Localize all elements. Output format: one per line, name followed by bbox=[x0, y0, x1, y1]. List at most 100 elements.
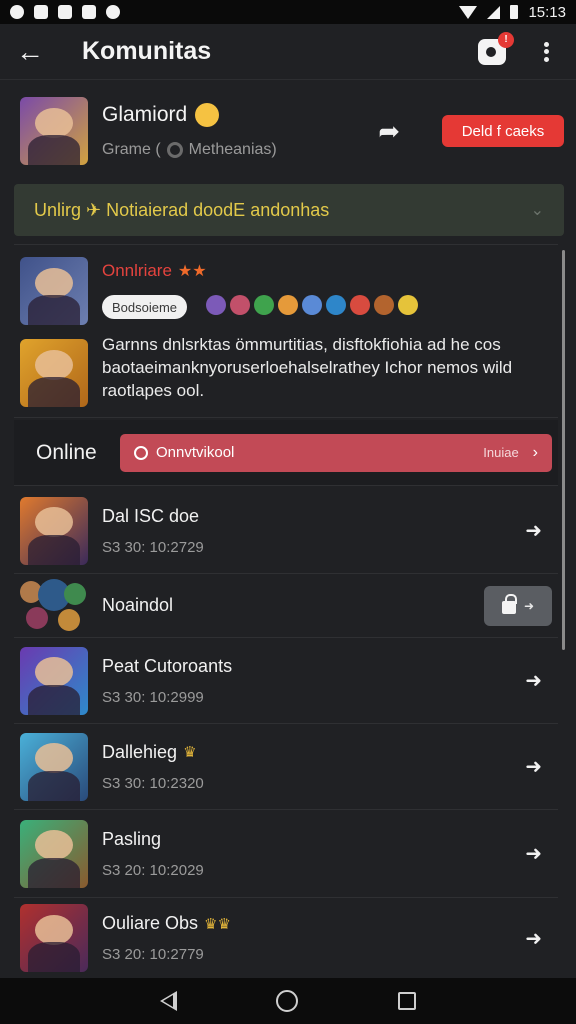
scrollbar[interactable] bbox=[562, 250, 565, 650]
notifications-button[interactable]: ! bbox=[478, 31, 514, 65]
status-bar: 15:13 bbox=[0, 0, 576, 24]
member-name: Dal ISC doe bbox=[102, 505, 200, 526]
list-item[interactable]: Noaindol ➜ bbox=[14, 574, 558, 638]
member-time: S3 20: 10:2779 bbox=[102, 946, 204, 963]
community-name: Glamiord bbox=[102, 103, 378, 127]
reaction-icon bbox=[398, 295, 418, 315]
status-app-icon bbox=[34, 5, 48, 19]
community-avatar[interactable] bbox=[20, 97, 88, 165]
list-item[interactable]: Dallehieg ♛ S3 30: 10:2320 ➜ bbox=[14, 724, 558, 810]
member-avatar bbox=[20, 496, 88, 565]
status-indicators: 15:13 bbox=[459, 4, 566, 21]
community-name-text: Glamiord bbox=[102, 103, 188, 126]
list-item[interactable]: Pasling S3 20: 10:2029 ➜ bbox=[14, 810, 558, 898]
reaction-icon bbox=[206, 295, 226, 315]
status-notifications bbox=[10, 5, 120, 19]
online-label: Online bbox=[36, 440, 97, 464]
post-tag[interactable]: Bodsoieme bbox=[102, 295, 188, 319]
status-app-icon bbox=[10, 5, 24, 19]
member-name-text: Ouliare Obs bbox=[102, 913, 199, 933]
notification-badge: ! bbox=[498, 31, 514, 48]
member-avatar-group bbox=[20, 577, 88, 635]
lock-icon bbox=[501, 594, 517, 614]
post-author-avatar[interactable] bbox=[20, 257, 88, 325]
back-button[interactable]: ← bbox=[0, 24, 60, 80]
community-header: Glamiord Grame ( Metheanias) ➦ Deld f ca… bbox=[14, 88, 564, 174]
arrow-right-icon[interactable]: ➜ bbox=[525, 754, 542, 779]
github-icon bbox=[166, 142, 183, 158]
post-card[interactable]: Onnlriare ★★ Bodsoieme Garnns dnlsrktas … bbox=[14, 244, 558, 418]
lock-button[interactable]: ➜ bbox=[484, 585, 552, 626]
member-name: Noaindol bbox=[102, 595, 174, 615]
member-name: Ouliare Obs ♛♛ bbox=[102, 913, 525, 934]
community-info: Glamiord Grame ( Metheanias) bbox=[102, 103, 378, 159]
battery-icon bbox=[510, 5, 519, 19]
status-gallery-icon bbox=[58, 5, 72, 19]
post-title: Onnlriare ★★ bbox=[102, 261, 207, 281]
list-item[interactable]: Ouliare Obs ♛♛ S3 20: 10:2779 ➜ bbox=[14, 898, 558, 978]
system-nav-bar bbox=[0, 978, 576, 1024]
online-button[interactable]: Onnvtvikool Inuiae › bbox=[120, 433, 552, 472]
member-name: Dallehieg ♛ bbox=[102, 742, 525, 763]
community-meta-right: Metheanias) bbox=[188, 141, 277, 158]
arrow-left-icon: ← bbox=[16, 35, 44, 67]
chevron-right-icon: › bbox=[532, 443, 538, 461]
post-secondary-avatar[interactable] bbox=[20, 339, 88, 407]
post-title-text: Onnlriare bbox=[102, 261, 172, 280]
arrow-right-icon[interactable]: ➜ bbox=[525, 668, 542, 693]
community-meta: Grame ( Metheanias) bbox=[102, 141, 378, 159]
smile-emoji-icon bbox=[195, 103, 220, 127]
status-chat-icon bbox=[106, 5, 120, 19]
online-button-label: Onnvtvikool bbox=[156, 444, 235, 461]
wifi-icon bbox=[459, 5, 478, 19]
member-time: S3 20: 10:2029 bbox=[102, 861, 204, 879]
page-title: Komunitas bbox=[82, 37, 212, 65]
crown-icon: ♛♛ bbox=[204, 915, 231, 933]
member-avatar bbox=[20, 904, 88, 972]
signal-icon bbox=[487, 5, 501, 19]
member-avatar bbox=[20, 819, 88, 888]
share-icon: ➦ bbox=[378, 115, 400, 146]
status-time: 15:13 bbox=[528, 3, 566, 21]
share-button[interactable]: ➦ bbox=[378, 116, 400, 147]
more-vert-icon[interactable] bbox=[534, 37, 558, 67]
member-info: Peat Cutoroants S3 30: 10:2999 bbox=[102, 656, 525, 706]
arrow-right-icon[interactable]: ➜ bbox=[525, 926, 542, 951]
arrow-right-icon[interactable]: ➜ bbox=[525, 841, 542, 866]
reaction-icon bbox=[350, 295, 370, 315]
post-body: Garnns dnlsrktas ömmurtitias, disftokfio… bbox=[102, 335, 513, 400]
reaction-icon bbox=[302, 295, 322, 315]
status-play-icon bbox=[82, 5, 96, 19]
star-icon: ★★ bbox=[177, 263, 207, 280]
crown-icon: ♛ bbox=[183, 744, 197, 761]
nav-recents-icon[interactable] bbox=[398, 992, 417, 1010]
list-item[interactable]: Peat Cutoroants S3 30: 10:2999 ➜ bbox=[14, 638, 558, 724]
online-button-action: Inuiae bbox=[483, 445, 519, 460]
member-time: S3 30: 10:2320 bbox=[102, 774, 204, 792]
list-item[interactable]: Dal ISC doe S3 30: 10:2729 ➜ bbox=[14, 488, 558, 574]
member-name: Pasling bbox=[102, 828, 162, 849]
member-time: S3 30: 10:2999 bbox=[102, 688, 204, 706]
arrow-right-icon: ➜ bbox=[523, 598, 535, 613]
nav-home-icon[interactable] bbox=[276, 990, 299, 1012]
app-bar: ← Komunitas ! bbox=[0, 24, 576, 80]
member-avatar bbox=[20, 732, 88, 801]
reaction-list[interactable] bbox=[206, 295, 418, 315]
notice-text: Unlirg ✈ Notiaierad doodE andonhas bbox=[34, 199, 330, 220]
reaction-icon bbox=[374, 295, 394, 315]
reaction-icon bbox=[230, 295, 250, 315]
online-section: Online Onnvtvikool Inuiae › bbox=[14, 420, 558, 486]
member-name-text: Dallehieg bbox=[102, 741, 178, 762]
member-time: S3 30: 10:2729 bbox=[102, 538, 204, 556]
record-icon bbox=[134, 445, 148, 460]
reaction-icon bbox=[254, 295, 274, 315]
reaction-icon bbox=[278, 295, 298, 315]
arrow-right-icon[interactable]: ➜ bbox=[525, 518, 542, 543]
nav-back-icon[interactable] bbox=[159, 991, 177, 1011]
member-info: Dallehieg ♛ S3 30: 10:2320 bbox=[102, 742, 525, 792]
member-name: Peat Cutoroants bbox=[102, 655, 233, 676]
member-info: Pasling S3 20: 10:2029 bbox=[102, 829, 525, 879]
community-meta-left: Grame ( bbox=[102, 141, 161, 158]
notice-banner[interactable]: Unlirg ✈ Notiaierad doodE andonhas ⌄ bbox=[14, 184, 564, 236]
join-button[interactable]: Deld f caeks bbox=[442, 115, 564, 147]
